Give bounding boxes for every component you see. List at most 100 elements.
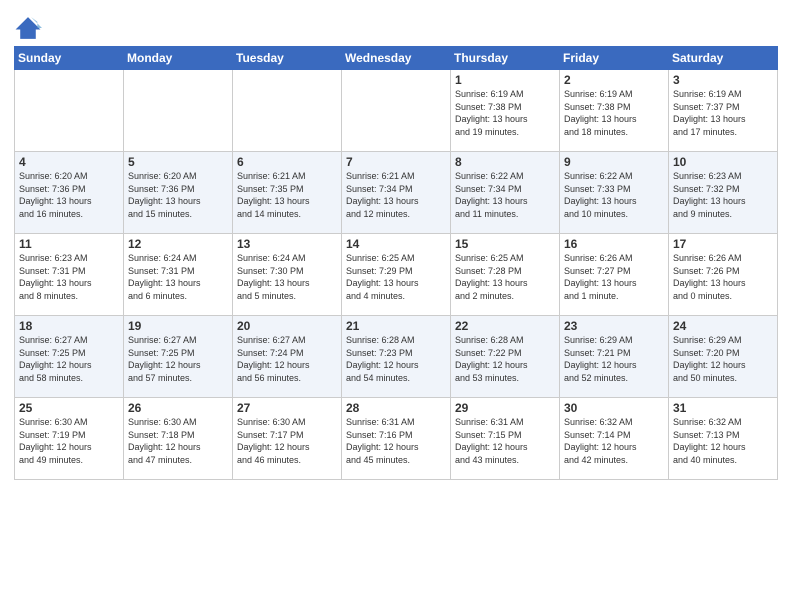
logo-icon: [14, 14, 42, 42]
calendar-cell: 18Sunrise: 6:27 AM Sunset: 7:25 PM Dayli…: [15, 316, 124, 398]
logo: [14, 14, 46, 42]
day-number: 13: [237, 237, 337, 251]
calendar-cell: 21Sunrise: 6:28 AM Sunset: 7:23 PM Dayli…: [342, 316, 451, 398]
day-number: 6: [237, 155, 337, 169]
calendar-cell: 6Sunrise: 6:21 AM Sunset: 7:35 PM Daylig…: [233, 152, 342, 234]
calendar-cell: 24Sunrise: 6:29 AM Sunset: 7:20 PM Dayli…: [669, 316, 778, 398]
calendar-cell: 19Sunrise: 6:27 AM Sunset: 7:25 PM Dayli…: [124, 316, 233, 398]
day-info: Sunrise: 6:25 AM Sunset: 7:28 PM Dayligh…: [455, 252, 555, 302]
day-info: Sunrise: 6:22 AM Sunset: 7:34 PM Dayligh…: [455, 170, 555, 220]
calendar-week-row: 1Sunrise: 6:19 AM Sunset: 7:38 PM Daylig…: [15, 70, 778, 152]
header: [14, 10, 778, 42]
day-info: Sunrise: 6:32 AM Sunset: 7:13 PM Dayligh…: [673, 416, 773, 466]
day-number: 28: [346, 401, 446, 415]
calendar-cell: [15, 70, 124, 152]
calendar-cell: 2Sunrise: 6:19 AM Sunset: 7:38 PM Daylig…: [560, 70, 669, 152]
day-info: Sunrise: 6:30 AM Sunset: 7:17 PM Dayligh…: [237, 416, 337, 466]
calendar-cell: 23Sunrise: 6:29 AM Sunset: 7:21 PM Dayli…: [560, 316, 669, 398]
calendar-cell: 29Sunrise: 6:31 AM Sunset: 7:15 PM Dayli…: [451, 398, 560, 480]
day-info: Sunrise: 6:23 AM Sunset: 7:32 PM Dayligh…: [673, 170, 773, 220]
calendar-cell: 16Sunrise: 6:26 AM Sunset: 7:27 PM Dayli…: [560, 234, 669, 316]
day-number: 29: [455, 401, 555, 415]
day-info: Sunrise: 6:21 AM Sunset: 7:34 PM Dayligh…: [346, 170, 446, 220]
calendar-table: SundayMondayTuesdayWednesdayThursdayFrid…: [14, 46, 778, 480]
day-info: Sunrise: 6:20 AM Sunset: 7:36 PM Dayligh…: [128, 170, 228, 220]
weekday-header: Sunday: [15, 47, 124, 70]
day-number: 2: [564, 73, 664, 87]
day-number: 19: [128, 319, 228, 333]
day-info: Sunrise: 6:27 AM Sunset: 7:25 PM Dayligh…: [128, 334, 228, 384]
calendar-cell: 13Sunrise: 6:24 AM Sunset: 7:30 PM Dayli…: [233, 234, 342, 316]
day-info: Sunrise: 6:19 AM Sunset: 7:37 PM Dayligh…: [673, 88, 773, 138]
day-number: 18: [19, 319, 119, 333]
calendar-cell: [342, 70, 451, 152]
weekday-header: Saturday: [669, 47, 778, 70]
weekday-header: Friday: [560, 47, 669, 70]
calendar-cell: 25Sunrise: 6:30 AM Sunset: 7:19 PM Dayli…: [15, 398, 124, 480]
calendar-cell: 22Sunrise: 6:28 AM Sunset: 7:22 PM Dayli…: [451, 316, 560, 398]
day-number: 7: [346, 155, 446, 169]
day-number: 11: [19, 237, 119, 251]
calendar-cell: 4Sunrise: 6:20 AM Sunset: 7:36 PM Daylig…: [15, 152, 124, 234]
calendar-cell: 9Sunrise: 6:22 AM Sunset: 7:33 PM Daylig…: [560, 152, 669, 234]
day-info: Sunrise: 6:27 AM Sunset: 7:24 PM Dayligh…: [237, 334, 337, 384]
day-number: 14: [346, 237, 446, 251]
calendar-cell: 12Sunrise: 6:24 AM Sunset: 7:31 PM Dayli…: [124, 234, 233, 316]
day-number: 27: [237, 401, 337, 415]
calendar-cell: 5Sunrise: 6:20 AM Sunset: 7:36 PM Daylig…: [124, 152, 233, 234]
day-number: 10: [673, 155, 773, 169]
day-number: 5: [128, 155, 228, 169]
day-info: Sunrise: 6:30 AM Sunset: 7:18 PM Dayligh…: [128, 416, 228, 466]
day-info: Sunrise: 6:29 AM Sunset: 7:21 PM Dayligh…: [564, 334, 664, 384]
day-number: 4: [19, 155, 119, 169]
day-number: 26: [128, 401, 228, 415]
calendar-cell: 28Sunrise: 6:31 AM Sunset: 7:16 PM Dayli…: [342, 398, 451, 480]
day-info: Sunrise: 6:25 AM Sunset: 7:29 PM Dayligh…: [346, 252, 446, 302]
page: SundayMondayTuesdayWednesdayThursdayFrid…: [0, 0, 792, 612]
day-number: 12: [128, 237, 228, 251]
day-info: Sunrise: 6:31 AM Sunset: 7:15 PM Dayligh…: [455, 416, 555, 466]
calendar-cell: [233, 70, 342, 152]
day-number: 9: [564, 155, 664, 169]
calendar-week-row: 4Sunrise: 6:20 AM Sunset: 7:36 PM Daylig…: [15, 152, 778, 234]
calendar-week-row: 25Sunrise: 6:30 AM Sunset: 7:19 PM Dayli…: [15, 398, 778, 480]
calendar-cell: 26Sunrise: 6:30 AM Sunset: 7:18 PM Dayli…: [124, 398, 233, 480]
calendar-header-row: SundayMondayTuesdayWednesdayThursdayFrid…: [15, 47, 778, 70]
weekday-header: Tuesday: [233, 47, 342, 70]
day-info: Sunrise: 6:22 AM Sunset: 7:33 PM Dayligh…: [564, 170, 664, 220]
day-number: 30: [564, 401, 664, 415]
day-info: Sunrise: 6:23 AM Sunset: 7:31 PM Dayligh…: [19, 252, 119, 302]
calendar-cell: 14Sunrise: 6:25 AM Sunset: 7:29 PM Dayli…: [342, 234, 451, 316]
day-number: 20: [237, 319, 337, 333]
day-info: Sunrise: 6:30 AM Sunset: 7:19 PM Dayligh…: [19, 416, 119, 466]
day-info: Sunrise: 6:27 AM Sunset: 7:25 PM Dayligh…: [19, 334, 119, 384]
day-info: Sunrise: 6:28 AM Sunset: 7:22 PM Dayligh…: [455, 334, 555, 384]
weekday-header: Wednesday: [342, 47, 451, 70]
calendar-week-row: 11Sunrise: 6:23 AM Sunset: 7:31 PM Dayli…: [15, 234, 778, 316]
day-info: Sunrise: 6:20 AM Sunset: 7:36 PM Dayligh…: [19, 170, 119, 220]
day-number: 15: [455, 237, 555, 251]
day-number: 16: [564, 237, 664, 251]
day-info: Sunrise: 6:32 AM Sunset: 7:14 PM Dayligh…: [564, 416, 664, 466]
calendar-cell: 27Sunrise: 6:30 AM Sunset: 7:17 PM Dayli…: [233, 398, 342, 480]
calendar-cell: 31Sunrise: 6:32 AM Sunset: 7:13 PM Dayli…: [669, 398, 778, 480]
calendar-cell: 15Sunrise: 6:25 AM Sunset: 7:28 PM Dayli…: [451, 234, 560, 316]
day-number: 3: [673, 73, 773, 87]
day-info: Sunrise: 6:19 AM Sunset: 7:38 PM Dayligh…: [455, 88, 555, 138]
day-number: 24: [673, 319, 773, 333]
calendar-cell: 10Sunrise: 6:23 AM Sunset: 7:32 PM Dayli…: [669, 152, 778, 234]
day-number: 21: [346, 319, 446, 333]
day-info: Sunrise: 6:31 AM Sunset: 7:16 PM Dayligh…: [346, 416, 446, 466]
day-info: Sunrise: 6:19 AM Sunset: 7:38 PM Dayligh…: [564, 88, 664, 138]
calendar-cell: [124, 70, 233, 152]
calendar-week-row: 18Sunrise: 6:27 AM Sunset: 7:25 PM Dayli…: [15, 316, 778, 398]
weekday-header: Thursday: [451, 47, 560, 70]
day-info: Sunrise: 6:21 AM Sunset: 7:35 PM Dayligh…: [237, 170, 337, 220]
day-number: 17: [673, 237, 773, 251]
calendar-cell: 3Sunrise: 6:19 AM Sunset: 7:37 PM Daylig…: [669, 70, 778, 152]
day-number: 25: [19, 401, 119, 415]
day-number: 23: [564, 319, 664, 333]
day-info: Sunrise: 6:24 AM Sunset: 7:31 PM Dayligh…: [128, 252, 228, 302]
day-info: Sunrise: 6:29 AM Sunset: 7:20 PM Dayligh…: [673, 334, 773, 384]
calendar-cell: 7Sunrise: 6:21 AM Sunset: 7:34 PM Daylig…: [342, 152, 451, 234]
